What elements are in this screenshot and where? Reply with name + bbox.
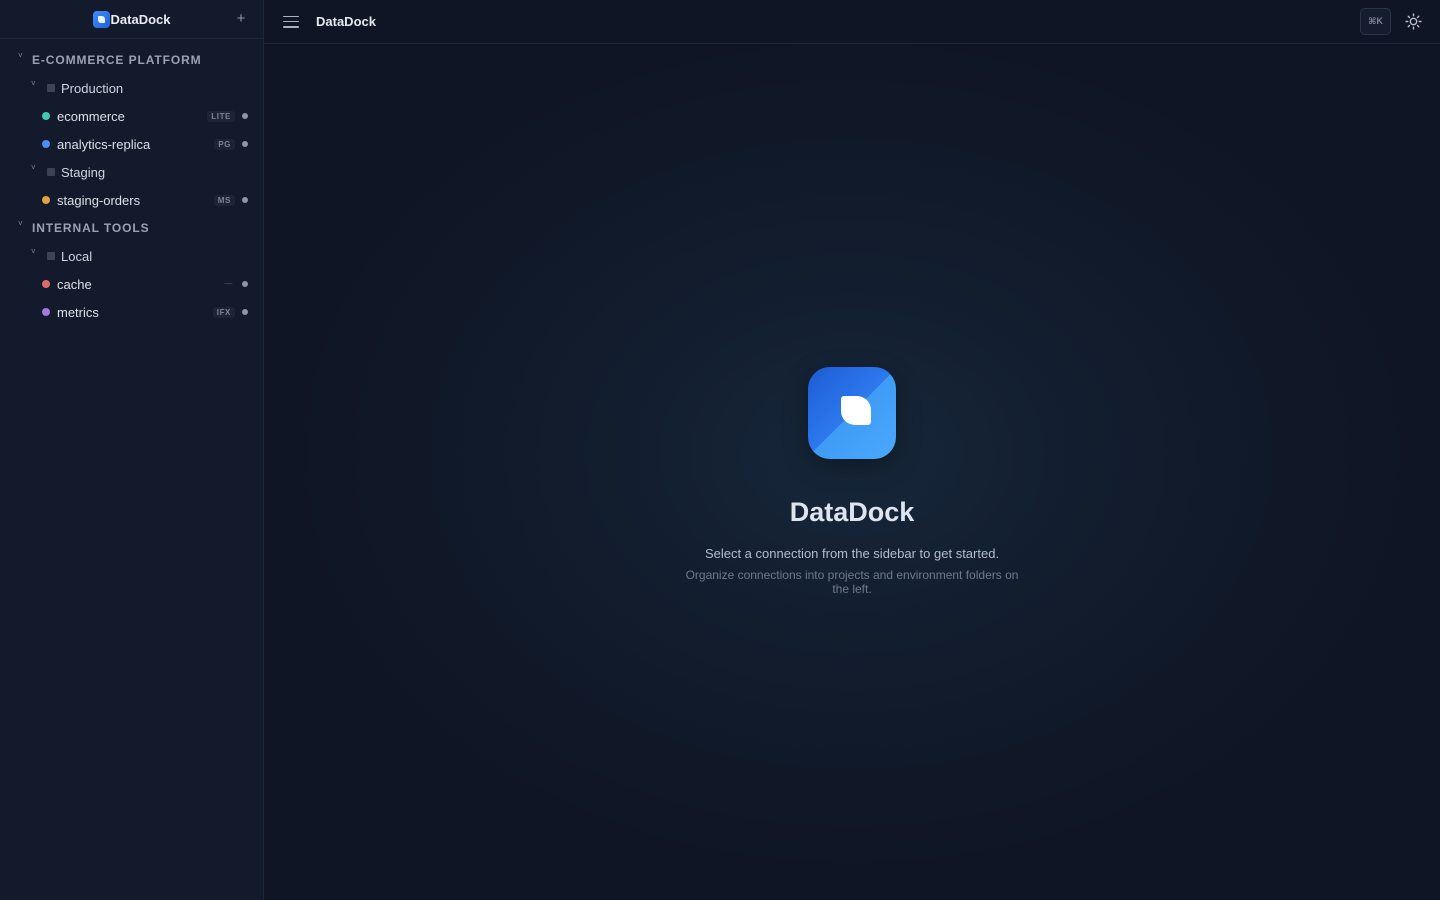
project-internal-tools[interactable]: ˅ INTERNAL TOOLS xyxy=(0,214,263,242)
connection-status-dot xyxy=(242,309,248,315)
empty-state-area: DataDock Select a connection from the si… xyxy=(264,44,1440,900)
chevron-down-icon: ˅ xyxy=(31,79,36,88)
chevron-down-icon: ˅ xyxy=(18,219,23,228)
connection-status-dot xyxy=(242,113,248,119)
empty-state-subtitle: Select a connection from the sidebar to … xyxy=(704,546,1000,561)
project-label: INTERNAL TOOLS xyxy=(32,221,150,235)
db-type-badge: LITE xyxy=(207,111,235,122)
connection-staging-orders[interactable]: staging-orders MS xyxy=(0,186,263,214)
chevron-down-icon: ˅ xyxy=(31,163,36,172)
connection-cache[interactable]: cache — xyxy=(0,270,263,298)
app-window: DataDock + ˅ E-COMMERCE PLATFORM ˅ Produ… xyxy=(0,0,1440,900)
connection-color-dot xyxy=(42,280,50,288)
add-connection-button[interactable]: + xyxy=(233,11,249,27)
connection-status-dot xyxy=(242,281,248,287)
project-ecommerce-platform[interactable]: ˅ E-COMMERCE PLATFORM xyxy=(0,46,263,74)
sidebar-header: DataDock + xyxy=(0,0,263,39)
env-label: Staging xyxy=(61,164,106,180)
brand-name: DataDock xyxy=(110,11,171,27)
env-folder-production[interactable]: ˅ Production xyxy=(0,74,263,102)
connection-color-dot xyxy=(42,308,50,316)
connection-tree: ˅ E-COMMERCE PLATFORM ˅ Production ecomm… xyxy=(0,39,263,326)
connection-status-dot xyxy=(242,197,248,203)
connection-color-dot xyxy=(42,112,50,120)
empty-state-note: Organize connections into projects and e… xyxy=(685,568,1019,596)
env-label: Production xyxy=(61,80,124,96)
folder-icon xyxy=(47,252,55,260)
empty-state: DataDock Select a connection from the si… xyxy=(264,367,1440,596)
folder-icon xyxy=(47,168,55,176)
connection-label: analytics-replica xyxy=(57,136,151,152)
env-folder-staging[interactable]: ˅ Staging xyxy=(0,158,263,186)
connection-color-dot xyxy=(42,140,50,148)
folder-icon xyxy=(47,84,55,92)
menu-line xyxy=(283,26,299,28)
sidebar: DataDock + ˅ E-COMMERCE PLATFORM ˅ Produ… xyxy=(0,0,264,900)
datadock-logo-icon xyxy=(92,10,110,28)
chevron-down-icon: ˅ xyxy=(31,247,36,256)
command-palette-button[interactable]: ⌘K xyxy=(1360,8,1391,35)
project-label: E-COMMERCE PLATFORM xyxy=(32,53,202,67)
connection-label: staging-orders xyxy=(57,192,141,208)
env-label: Local xyxy=(61,248,93,264)
connection-label: ecommerce xyxy=(57,108,125,124)
brand: DataDock xyxy=(92,10,171,28)
topbar: DataDock ⌘K xyxy=(264,0,1440,44)
connection-metrics[interactable]: metrics IFX xyxy=(0,298,263,326)
db-type-badge: — xyxy=(224,279,233,288)
env-folder-local[interactable]: ˅ Local xyxy=(0,242,263,270)
db-type-badge: PG xyxy=(214,139,235,150)
leaf-shape xyxy=(841,396,871,425)
menu-toggle-button[interactable] xyxy=(283,15,299,28)
connection-label: metrics xyxy=(57,304,99,320)
connection-status-dot xyxy=(242,141,248,147)
empty-state-title: DataDock xyxy=(789,497,915,527)
connection-analytics-replica[interactable]: analytics-replica PG xyxy=(0,130,263,158)
main-panel: DataDock ⌘K DataDock Select a connection… xyxy=(264,0,1440,900)
page-title: DataDock xyxy=(316,14,376,29)
datadock-app-icon xyxy=(808,367,896,459)
connection-ecommerce[interactable]: ecommerce LITE xyxy=(0,102,263,130)
chevron-down-icon: ˅ xyxy=(18,51,23,60)
db-type-badge: MS xyxy=(213,195,235,206)
sun-icon[interactable] xyxy=(1405,13,1422,30)
connection-label: cache xyxy=(57,276,92,292)
menu-line xyxy=(283,15,299,17)
connection-color-dot xyxy=(42,196,50,204)
db-type-badge: IFX xyxy=(212,307,235,318)
menu-line xyxy=(283,20,299,23)
